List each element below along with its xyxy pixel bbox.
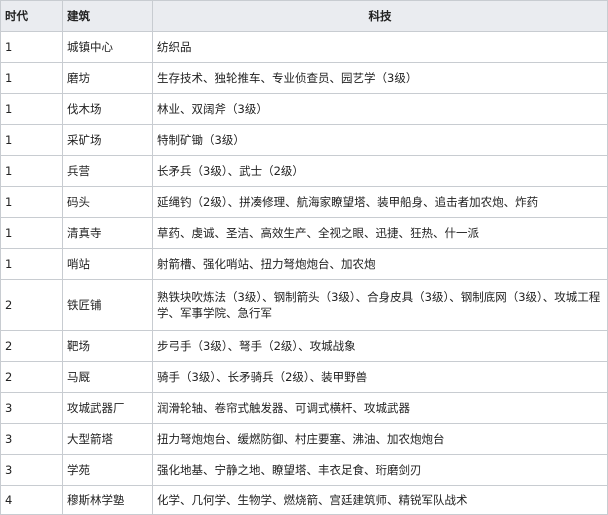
building-cell: 哨站 xyxy=(62,248,153,280)
tech-cell: 林业、双阔斧（3级） xyxy=(152,93,608,125)
building-cell: 城镇中心 xyxy=(62,31,153,63)
table-row: 1 磨坊 生存技术、独轮推车、专业侦查员、园艺学（3级） xyxy=(0,62,608,94)
table-row: 4 穆斯林学塾 化学、几何学、生物学、燃烧箭、宫廷建筑师、精锐军队战术 xyxy=(0,485,608,515)
tech-cell: 熟铁块吹炼法（3级）、钢制箭头（3级）、合身皮具（3级）、钢制底网（3级）、攻城… xyxy=(152,279,608,331)
tech-cell: 润滑轮轴、卷帘式触发器、可调式横杆、攻城武器 xyxy=(152,392,608,424)
era-cell: 1 xyxy=(0,248,63,280)
header-building: 建筑 xyxy=(62,0,153,32)
tech-cell: 延绳钓（2级）、拼凑修理、航海家瞭望塔、装甲船身、追击者加农炮、炸药 xyxy=(152,186,608,218)
table-row: 1 哨站 射箭槽、强化哨站、扭力弩炮炮台、加农炮 xyxy=(0,248,608,280)
technology-table: 时代 建筑 科技 1 城镇中心 纺织品 1 磨坊 生存技术、独轮推车、专业侦查员… xyxy=(0,0,608,515)
building-cell: 磨坊 xyxy=(62,62,153,94)
tech-cell: 草药、虔诚、圣洁、高效生产、全视之眼、迅捷、狂热、什一派 xyxy=(152,217,608,249)
tech-cell: 特制矿锄（3级） xyxy=(152,124,608,156)
tech-cell: 长矛兵（3级）、武士（2级） xyxy=(152,155,608,187)
era-cell: 1 xyxy=(0,93,63,125)
header-tech: 科技 xyxy=(152,0,608,32)
era-cell: 3 xyxy=(0,423,63,455)
header-era: 时代 xyxy=(0,0,63,32)
era-cell: 1 xyxy=(0,62,63,94)
era-cell: 2 xyxy=(0,361,63,393)
tech-cell: 强化地基、宁静之地、瞭望塔、丰衣足食、珩磨剑刃 xyxy=(152,454,608,486)
tech-cell: 射箭槽、强化哨站、扭力弩炮炮台、加农炮 xyxy=(152,248,608,280)
era-cell: 2 xyxy=(0,330,63,362)
era-cell: 1 xyxy=(0,217,63,249)
table-row: 1 城镇中心 纺织品 xyxy=(0,31,608,63)
building-cell: 穆斯林学塾 xyxy=(62,485,153,515)
table-header-row: 时代 建筑 科技 xyxy=(0,0,608,32)
building-cell: 铁匠铺 xyxy=(62,279,153,331)
building-cell: 马厩 xyxy=(62,361,153,393)
table-row: 2 马厩 骑手（3级）、长矛骑兵（2级）、装甲野兽 xyxy=(0,361,608,393)
table-row: 1 伐木场 林业、双阔斧（3级） xyxy=(0,93,608,125)
tech-cell: 纺织品 xyxy=(152,31,608,63)
tech-cell: 骑手（3级）、长矛骑兵（2级）、装甲野兽 xyxy=(152,361,608,393)
tech-cell: 扭力弩炮炮台、缓燃防御、村庄要塞、沸油、加农炮炮台 xyxy=(152,423,608,455)
table-row: 2 靶场 步弓手（3级）、弩手（2级）、攻城战象 xyxy=(0,330,608,362)
era-cell: 1 xyxy=(0,124,63,156)
era-cell: 2 xyxy=(0,279,63,331)
building-cell: 采矿场 xyxy=(62,124,153,156)
building-cell: 学苑 xyxy=(62,454,153,486)
table-row: 3 学苑 强化地基、宁静之地、瞭望塔、丰衣足食、珩磨剑刃 xyxy=(0,454,608,486)
era-cell: 1 xyxy=(0,186,63,218)
building-cell: 伐木场 xyxy=(62,93,153,125)
era-cell: 3 xyxy=(0,454,63,486)
building-cell: 清真寺 xyxy=(62,217,153,249)
table-row: 1 采矿场 特制矿锄（3级） xyxy=(0,124,608,156)
era-cell: 1 xyxy=(0,31,63,63)
era-cell: 4 xyxy=(0,485,63,515)
building-cell: 码头 xyxy=(62,186,153,218)
table-row: 1 清真寺 草药、虔诚、圣洁、高效生产、全视之眼、迅捷、狂热、什一派 xyxy=(0,217,608,249)
table-row: 1 兵营 长矛兵（3级）、武士（2级） xyxy=(0,155,608,187)
building-cell: 攻城武器厂 xyxy=(62,392,153,424)
tech-cell: 化学、几何学、生物学、燃烧箭、宫廷建筑师、精锐军队战术 xyxy=(152,485,608,515)
table-row: 2 铁匠铺 熟铁块吹炼法（3级）、钢制箭头（3级）、合身皮具（3级）、钢制底网（… xyxy=(0,279,608,331)
table-row: 3 攻城武器厂 润滑轮轴、卷帘式触发器、可调式横杆、攻城武器 xyxy=(0,392,608,424)
tech-cell: 生存技术、独轮推车、专业侦查员、园艺学（3级） xyxy=(152,62,608,94)
table-row: 1 码头 延绳钓（2级）、拼凑修理、航海家瞭望塔、装甲船身、追击者加农炮、炸药 xyxy=(0,186,608,218)
tech-cell: 步弓手（3级）、弩手（2级）、攻城战象 xyxy=(152,330,608,362)
building-cell: 大型箭塔 xyxy=(62,423,153,455)
era-cell: 1 xyxy=(0,155,63,187)
table-row: 3 大型箭塔 扭力弩炮炮台、缓燃防御、村庄要塞、沸油、加农炮炮台 xyxy=(0,423,608,455)
building-cell: 兵营 xyxy=(62,155,153,187)
building-cell: 靶场 xyxy=(62,330,153,362)
era-cell: 3 xyxy=(0,392,63,424)
